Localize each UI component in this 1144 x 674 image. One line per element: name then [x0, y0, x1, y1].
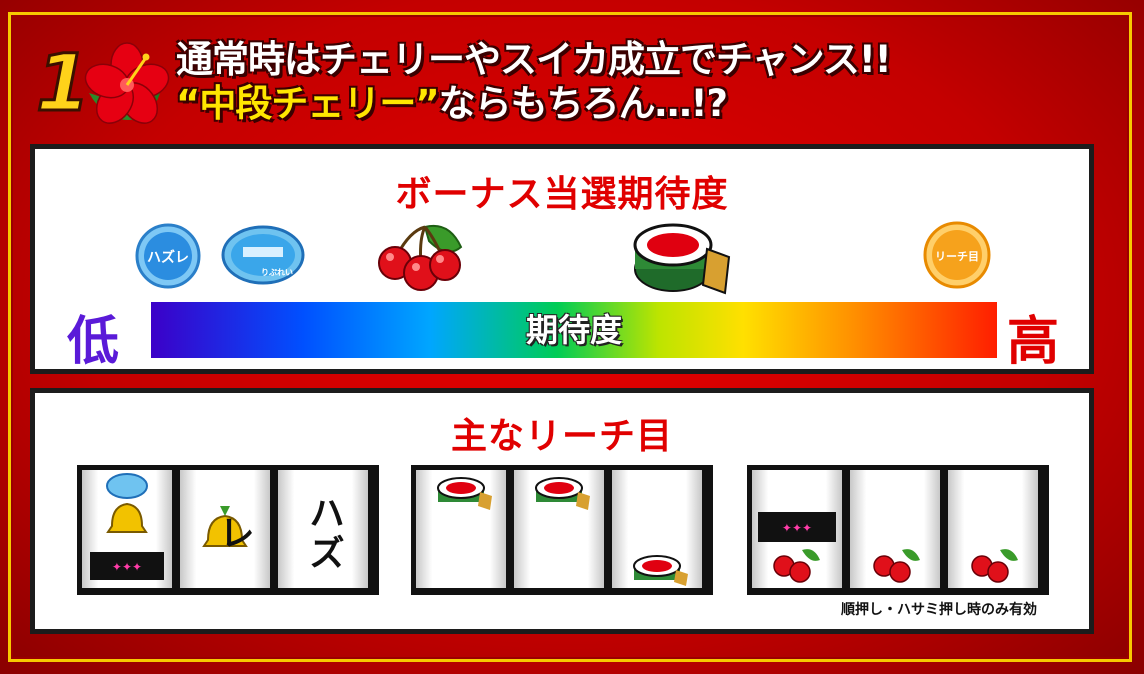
drum-icon-bottom: [633, 555, 688, 586]
reel-set-1: ✦✦✦ ハズレ: [77, 465, 379, 595]
headline: 通常時はチェリーやスイカ成立でチャンス!! “中段チェリー”ならもちろん…!?: [176, 38, 892, 126]
hazure-reel-text: ハズレ: [213, 494, 344, 574]
drum-icon-top-1: [437, 477, 492, 510]
logo-cherry-icon: ✦✦✦: [758, 512, 836, 583]
replay-label: りぷれい: [261, 268, 293, 277]
quote-open: “: [176, 82, 200, 125]
high-label: 高: [1007, 312, 1060, 372]
reel-2-1: [416, 470, 506, 588]
quote-close: ”: [415, 82, 439, 125]
cherry-icon: [378, 225, 463, 291]
drum-icon-top-2: [535, 477, 590, 510]
expectation-bar-label: 期待度: [525, 311, 622, 349]
reel-2-2: [514, 470, 604, 588]
reach-patterns-title: 主なリーチ目: [450, 416, 673, 457]
bonus-expectation-panel: ボーナス当選期待度 ハズレ りぷれい リーチ目 低 期待度 高: [30, 144, 1094, 374]
hibiscus-icon: [84, 42, 170, 124]
cherry-icon-reel-2: [873, 549, 920, 583]
headline-line1: 通常時はチェリーやスイカ成立でチャンス!!: [176, 38, 892, 81]
reel-1-1: ✦✦✦: [82, 470, 172, 588]
reach-patterns-panel: 主なリーチ目 ✦✦✦ ハズレ ✦✦✦ 順押し・ハサミ押し時のみ有効: [30, 388, 1094, 634]
replay-icon: りぷれい: [221, 225, 305, 285]
reach-badge-icon: リーチ目: [923, 221, 991, 289]
replay-bell-logo-icon: ✦✦✦: [90, 473, 164, 580]
bonus-expectation-title: ボーナス当選期待度: [395, 174, 729, 215]
push-order-note: 順押し・ハサミ押し時のみ有効: [841, 602, 1037, 618]
header: 1 通常時はチェリーやスイカ成立でチャンス!! “中段チェリー”ならもちろん…!…: [30, 38, 1120, 134]
cherry-icon-reel-3: [971, 549, 1018, 583]
reel-3-1: ✦✦✦: [752, 470, 842, 588]
reel-1-3: ハズレ: [213, 470, 368, 588]
svg-text:✦✦✦: ✦✦✦: [782, 521, 812, 535]
svg-text:✦✦✦: ✦✦✦: [112, 560, 142, 574]
reach-badge-label: リーチ目: [935, 250, 979, 263]
reel-set-3: ✦✦✦: [747, 465, 1049, 595]
hazure-badge-icon: ハズレ: [135, 223, 201, 289]
headline-line2: “中段チェリー”ならもちろん…!?: [176, 82, 891, 126]
taiko-drum-icon: [633, 223, 731, 295]
headline-line2-rest: ならもちろん…!?: [438, 82, 728, 125]
reel-3-3: [948, 470, 1038, 588]
chuudan-cherry-text: 中段チェリー: [199, 82, 416, 125]
reel-3-2: [850, 470, 940, 588]
expectation-gradient-bar: 期待度: [151, 302, 997, 358]
hazure-badge-label: ハズレ: [147, 249, 189, 266]
low-label: 低: [67, 312, 120, 372]
reel-2-3: [612, 470, 702, 588]
reel-set-2: [411, 465, 713, 595]
